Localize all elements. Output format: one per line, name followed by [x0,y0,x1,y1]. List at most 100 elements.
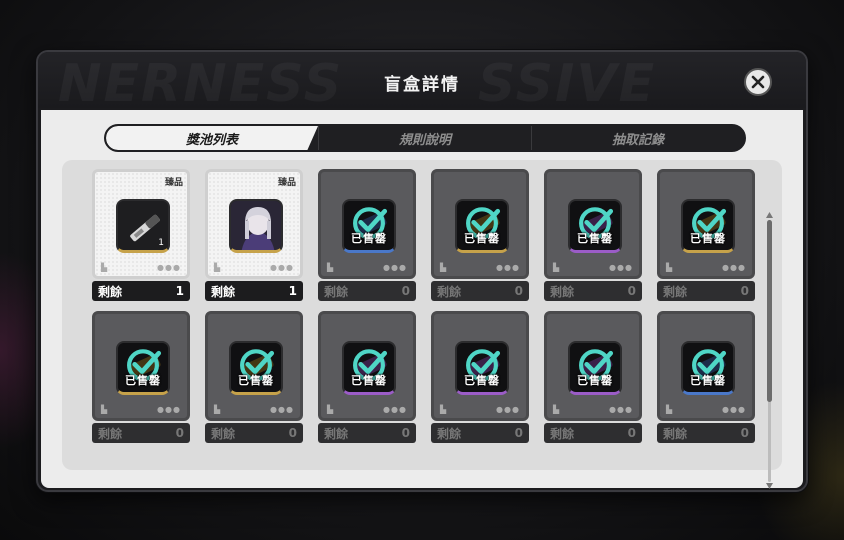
dots-icon: ●●● [496,263,520,272]
corner-icon: ▙ [666,263,673,272]
prize-card-sold-out[interactable]: 已售罄 ▙ ●●● 剩餘 0 [431,169,529,303]
prize-card-sold-out[interactable]: 已售罄 ▙ ●●● 剩餘 0 [657,169,755,303]
remaining-count: 0 [514,426,523,440]
card-footer: 剩餘 0 [544,281,642,301]
prize-card-sold-out[interactable]: 已售罄 ▙ ●●● 剩餘 0 [92,311,190,445]
card-box: 已售罄 ▙ ●●● [544,311,642,421]
item-thumbnail: 已售罄 [568,341,622,395]
dialog-body: 獎池列表 規則說明 抽取記錄 臻品 1 ▙ ●●● 剩餘 1 臻品 ▙ ●●● 剩餘 1 已售罄 ▙ ●●… [41,110,803,489]
dots-icon: ●●● [270,405,294,414]
remaining-label: 剩餘 [437,426,462,441]
card-footer: 剩餘 0 [657,423,755,443]
scrollbar[interactable] [766,212,773,489]
card-footer: 剩餘 1 [205,281,303,301]
scroll-thumb[interactable] [767,220,772,402]
dots-icon: ●●● [609,263,633,272]
card-footer: 剩餘 0 [92,423,190,443]
sold-out-label: 已售罄 [464,374,500,387]
sold-out-label: 已售罄 [577,232,613,245]
remaining-label: 剩餘 [663,284,688,299]
sold-out-label: 已售罄 [125,374,161,387]
dots-icon: ●●● [157,405,181,414]
remaining-count: 0 [401,284,410,298]
card-box: 已售罄 ▙ ●●● [544,169,642,279]
close-icon [751,75,765,89]
item-thumbnail: 已售罄 [681,341,735,395]
remaining-label: 剩餘 [324,284,349,299]
prize-card-sold-out[interactable]: 已售罄 ▙ ●●● 剩餘 0 [657,311,755,445]
card-footer: 剩餘 0 [431,281,529,301]
corner-icon: ▙ [553,263,560,272]
remaining-count: 0 [175,426,184,440]
remaining-count: 1 [175,284,184,298]
card-box: 已售罄 ▙ ●●● [431,169,529,279]
close-button[interactable] [744,68,772,96]
corner-icon: ▙ [101,405,108,414]
sold-out-label: 已售罄 [238,374,274,387]
prize-card[interactable]: 臻品 ▙ ●●● 剩餘 1 [205,169,303,303]
sold-out-label: 已售罄 [690,232,726,245]
remaining-count: 0 [740,284,749,298]
dots-icon: ●●● [609,405,633,414]
item-thumbnail: 1 [116,199,170,253]
prize-card[interactable]: 臻品 1 ▙ ●●● 剩餘 1 [92,169,190,303]
card-box: 已售罄 ▙ ●●● [431,311,529,421]
item-thumbnail: 已售罄 [116,341,170,395]
dots-icon: ●●● [722,405,746,414]
tab-draw-history[interactable]: 抽取記錄 [531,126,744,150]
corner-icon: ▙ [666,405,673,414]
card-box: 已售罄 ▙ ●●● [205,311,303,421]
corner-icon: ▙ [553,405,560,414]
sold-out-label: 已售罄 [690,374,726,387]
corner-icon: ▙ [440,263,447,272]
remaining-label: 剩餘 [437,284,462,299]
item-thumbnail: 已售罄 [681,199,735,253]
remaining-count: 0 [401,426,410,440]
blind-box-details-dialog: NERNESS SSIVE 盲盒詳情 獎池列表 規則說明 抽取記錄 臻品 1 ▙ ●●… [36,50,808,492]
remaining-label: 剩餘 [211,284,236,299]
sold-out-label: 已售罄 [577,374,613,387]
item-thumbnail: 已售罄 [342,199,396,253]
remaining-count: 0 [627,284,636,298]
prize-card-sold-out[interactable]: 已售罄 ▙ ●●● 剩餘 0 [431,311,529,445]
corner-icon: ▙ [440,405,447,414]
remaining-count: 0 [740,426,749,440]
character-portrait-icon [231,201,281,250]
remaining-label: 剩餘 [550,284,575,299]
prize-card-sold-out[interactable]: 已售罄 ▙ ●●● 剩餘 0 [318,311,416,445]
corner-icon: ▙ [101,263,108,272]
card-footer: 剩餘 0 [431,423,529,443]
card-box: 已售罄 ▙ ●●● [318,311,416,421]
tab-rules[interactable]: 規則說明 [318,126,531,150]
dots-icon: ●●● [157,263,181,272]
card-footer: 剩餘 0 [318,281,416,301]
sold-out-label: 已售罄 [464,232,500,245]
tab-prize-pool[interactable]: 獎池列表 [106,126,318,150]
dots-icon: ●●● [496,405,520,414]
item-quantity: 1 [158,238,164,248]
dialog-header: NERNESS SSIVE 盲盒詳情 [38,52,806,108]
dots-icon: ●●● [383,405,407,414]
card-box: 已售罄 ▙ ●●● [657,169,755,279]
prize-card-sold-out[interactable]: 已售罄 ▙ ●●● 剩餘 0 [544,169,642,303]
card-footer: 剩餘 0 [318,423,416,443]
item-thumbnail [229,199,283,253]
remaining-label: 剩餘 [324,426,349,441]
corner-icon: ▙ [214,405,221,414]
prize-card-sold-out[interactable]: 已售罄 ▙ ●●● 剩餘 0 [544,311,642,445]
prize-card-sold-out[interactable]: 已售罄 ▙ ●●● 剩餘 0 [318,169,416,303]
remaining-count: 0 [288,426,297,440]
corner-icon: ▙ [327,263,334,272]
sold-out-label: 已售罄 [351,374,387,387]
tab-bar: 獎池列表 規則說明 抽取記錄 [104,124,746,152]
prize-card-sold-out[interactable]: 已售罄 ▙ ●●● 剩餘 0 [205,311,303,445]
corner-icon: ▙ [327,405,334,414]
remaining-label: 剩餘 [663,426,688,441]
card-box: 臻品 1 ▙ ●●● [92,169,190,279]
card-footer: 剩餘 1 [92,281,190,301]
item-thumbnail: 已售罄 [229,341,283,395]
remaining-count: 1 [288,284,297,298]
card-footer: 剩餘 0 [544,423,642,443]
item-thumbnail: 已售罄 [455,341,509,395]
card-footer: 剩餘 0 [657,281,755,301]
